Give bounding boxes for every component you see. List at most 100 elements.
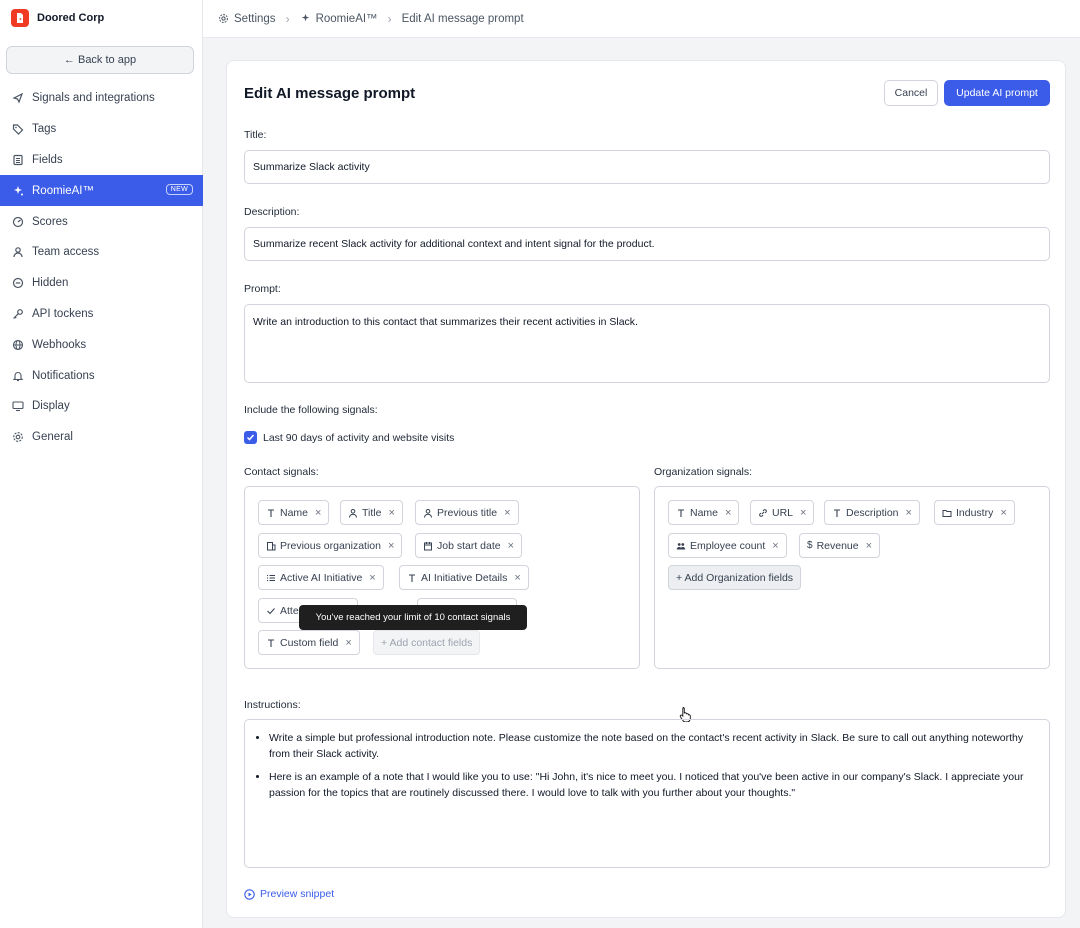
activity-checkbox-row[interactable]: Last 90 days of activity and website vis… [244, 431, 454, 444]
breadcrumb-settings[interactable]: Settings [218, 13, 276, 25]
sidebar-item-team-access[interactable]: Team access [0, 237, 203, 268]
sidebar-item-label: API tockens [32, 307, 94, 320]
add-organization-fields-button[interactable]: + Add Organization fields [668, 565, 802, 590]
contact-chip-previous-organization[interactable]: Previous organization × [258, 533, 403, 558]
brand[interactable]: Doored Corp [0, 0, 202, 36]
link-icon [759, 508, 767, 517]
gear-icon [13, 432, 23, 443]
remove-icon[interactable]: × [725, 507, 731, 519]
title-field[interactable]: Summarize Slack activity [244, 150, 1050, 184]
key-icon [13, 309, 23, 319]
instruction-item: Write a simple but professional introduc… [269, 730, 1037, 762]
sidebar-item-api-tokens[interactable]: API tockens [0, 299, 203, 330]
remove-icon[interactable]: × [866, 540, 872, 552]
calendar-icon [424, 541, 432, 550]
prompt-textarea[interactable]: Write an introduction to this contact th… [244, 304, 1050, 383]
remove-icon[interactable]: × [388, 507, 394, 519]
org-chip-industry[interactable]: Industry × [934, 500, 1015, 525]
breadcrumb-roomieai[interactable]: RoomieAI™ [300, 13, 378, 25]
breadcrumb-label: Settings [234, 12, 276, 25]
brand-name: Doored Corp [37, 12, 105, 24]
contact-chip-title[interactable]: Title × [340, 500, 403, 525]
play-icon [244, 888, 255, 900]
list-icon [266, 574, 275, 581]
org-chip-name[interactable]: Name × [668, 500, 740, 525]
remove-icon[interactable]: × [315, 507, 321, 519]
sidebar-item-fields[interactable]: Fields [0, 145, 203, 176]
back-to-app-button[interactable]: ← Back to app [6, 46, 194, 74]
org-chip-url[interactable]: URL × [750, 500, 815, 525]
new-badge: NEW [165, 184, 193, 196]
text-icon [409, 573, 415, 582]
chip-label: Custom field [280, 636, 339, 649]
remove-icon[interactable]: × [514, 572, 520, 584]
sidebar-item-signals[interactable]: Signals and integrations [0, 83, 203, 114]
chip-label: Name [690, 506, 719, 519]
contact-chip-custom-field[interactable]: Custom field × [258, 630, 360, 655]
monitor-icon [12, 401, 24, 412]
instructions-textarea[interactable]: Write a simple but professional introduc… [244, 719, 1050, 868]
org-chip-revenue[interactable]: $ Revenue × [799, 533, 881, 558]
sidebar-item-label: RoomieAI™ [32, 184, 94, 197]
remove-icon[interactable]: × [906, 507, 912, 519]
contact-signals-box: Name × Title × Previous title × Previous or… [244, 486, 640, 669]
breadcrumb-label: RoomieAI™ [315, 12, 378, 25]
sidebar-item-tags[interactable]: Tags [0, 114, 203, 145]
chip-label: Previous organization [280, 539, 381, 552]
contact-chip-name[interactable]: Name × [258, 500, 330, 525]
check-icon [267, 607, 275, 614]
page-title: Edit AI message prompt [244, 85, 416, 102]
sidebar-item-general[interactable]: General [0, 422, 203, 453]
sidebar-item-label: Scores [32, 215, 68, 228]
sidebar-item-hidden[interactable]: Hidden [0, 268, 203, 299]
fields-icon [13, 154, 23, 166]
contact-chip-active-ai-initiative[interactable]: Active AI Initiative × [258, 565, 384, 590]
sidebar-item-webhooks[interactable]: Webhooks [0, 329, 203, 360]
sidebar-item-label: General [32, 431, 73, 444]
remove-icon[interactable]: × [345, 637, 351, 649]
remove-icon[interactable]: × [1000, 507, 1006, 519]
sidebar-item-label: Display [32, 400, 70, 413]
org-chip-description[interactable]: Description × [824, 500, 920, 525]
chip-label: Job start date [437, 539, 501, 552]
remove-icon[interactable]: × [388, 540, 394, 552]
score-icon [12, 216, 24, 227]
preview-label: Preview snippet [260, 888, 335, 900]
globe-icon [12, 339, 24, 350]
remove-icon[interactable]: × [772, 540, 778, 552]
remove-icon[interactable]: × [508, 540, 514, 552]
sidebar-item-label: Notifications [32, 369, 95, 382]
contact-chip-ai-initiative-details[interactable]: AI Initiative Details × [399, 565, 529, 590]
gear-icon [219, 14, 228, 23]
preview-snippet-link[interactable]: Preview snippet [244, 888, 334, 900]
remove-icon[interactable]: × [504, 507, 510, 519]
chip-label: Description [846, 506, 899, 519]
update-prompt-button[interactable]: Update AI prompt [944, 80, 1050, 106]
chevron-right-icon: › [387, 11, 392, 26]
sidebar-item-display[interactable]: Display [0, 391, 203, 422]
sidebar-item-notifications[interactable]: Notifications [0, 360, 203, 391]
text-icon [268, 638, 274, 647]
sparkle-icon [14, 185, 23, 196]
chip-label: Atte [280, 604, 299, 617]
chip-label: URL [772, 506, 794, 519]
cancel-button[interactable]: Cancel [884, 80, 938, 106]
sidebar-item-scores[interactable]: Scores [0, 206, 203, 237]
org-chip-employee-count[interactable]: Employee count × [668, 533, 787, 558]
contact-chip-job-start-date[interactable]: Job start date × [415, 533, 523, 558]
chip-label: Title [362, 506, 382, 519]
user-icon [13, 247, 23, 258]
contact-chip-previous-title[interactable]: Previous title × [415, 500, 519, 525]
add-contact-fields-button[interactable]: + Add contact fields [373, 630, 481, 655]
chip-label: Employee count [690, 539, 766, 552]
org-signals-box: Name × URL × Description × Industry × Employ… [654, 486, 1050, 669]
instruction-item: Here is an example of a note that I woul… [269, 769, 1037, 801]
remove-icon[interactable]: × [369, 572, 375, 584]
description-field[interactable]: Summarize recent Slack activity for addi… [244, 227, 1050, 261]
remove-icon[interactable]: × [800, 507, 806, 519]
activity-checkbox[interactable] [244, 431, 257, 444]
text-icon [268, 508, 274, 517]
sidebar-item-label: Team access [32, 246, 100, 259]
sidebar-item-roomieai[interactable]: RoomieAI™ NEW [0, 175, 203, 207]
text-icon [678, 508, 684, 517]
